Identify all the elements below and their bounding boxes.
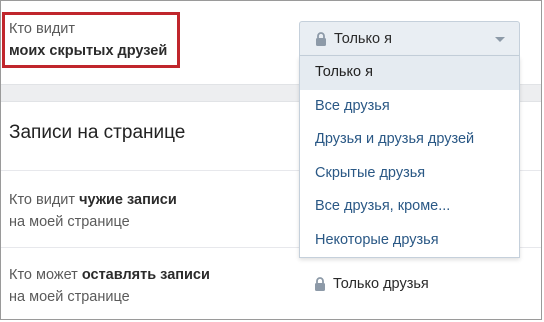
dropdown-option-hidden-friends[interactable]: Скрытые друзья <box>300 157 519 191</box>
hidden-friends-privacy-select[interactable]: Только я <box>299 21 520 56</box>
post-permission-label: Кто может оставлять записи на моей стран… <box>9 264 210 308</box>
dropdown-option-friends-of-friends[interactable]: Друзья и друзья друзей <box>300 123 519 157</box>
post-permission-label-bold: оставлять записи <box>81 267 210 283</box>
others-posts-label: Кто видит чужие записи на моей странице <box>9 189 177 233</box>
select-value: Только я <box>334 30 392 47</box>
chevron-down-icon <box>495 37 505 42</box>
lock-icon <box>315 277 325 291</box>
privacy-dropdown-menu: Только я Все друзья Друзья и друзья друз… <box>299 56 520 258</box>
dropdown-option-only-me[interactable]: Только я <box>300 56 519 90</box>
others-posts-label-bold: чужие записи <box>79 192 177 208</box>
others-posts-label-prefix: Кто видит <box>9 192 80 208</box>
others-posts-label-suffix: на моей странице <box>9 214 130 230</box>
post-permission-value[interactable]: Только друзья <box>314 276 429 292</box>
post-permission-value-text: Только друзья <box>333 276 429 292</box>
dropdown-option-some-friends[interactable]: Некоторые друзья <box>300 224 519 258</box>
highlight-box <box>2 12 180 68</box>
lock-icon <box>316 31 326 46</box>
post-permission-label-suffix: на моей странице <box>9 289 130 305</box>
dropdown-option-all-friends[interactable]: Все друзья <box>300 90 519 124</box>
dropdown-option-all-except[interactable]: Все друзья, кроме... <box>300 190 519 224</box>
section-title: Записи на странице <box>9 122 186 143</box>
post-permission-label-prefix: Кто может <box>9 267 82 283</box>
